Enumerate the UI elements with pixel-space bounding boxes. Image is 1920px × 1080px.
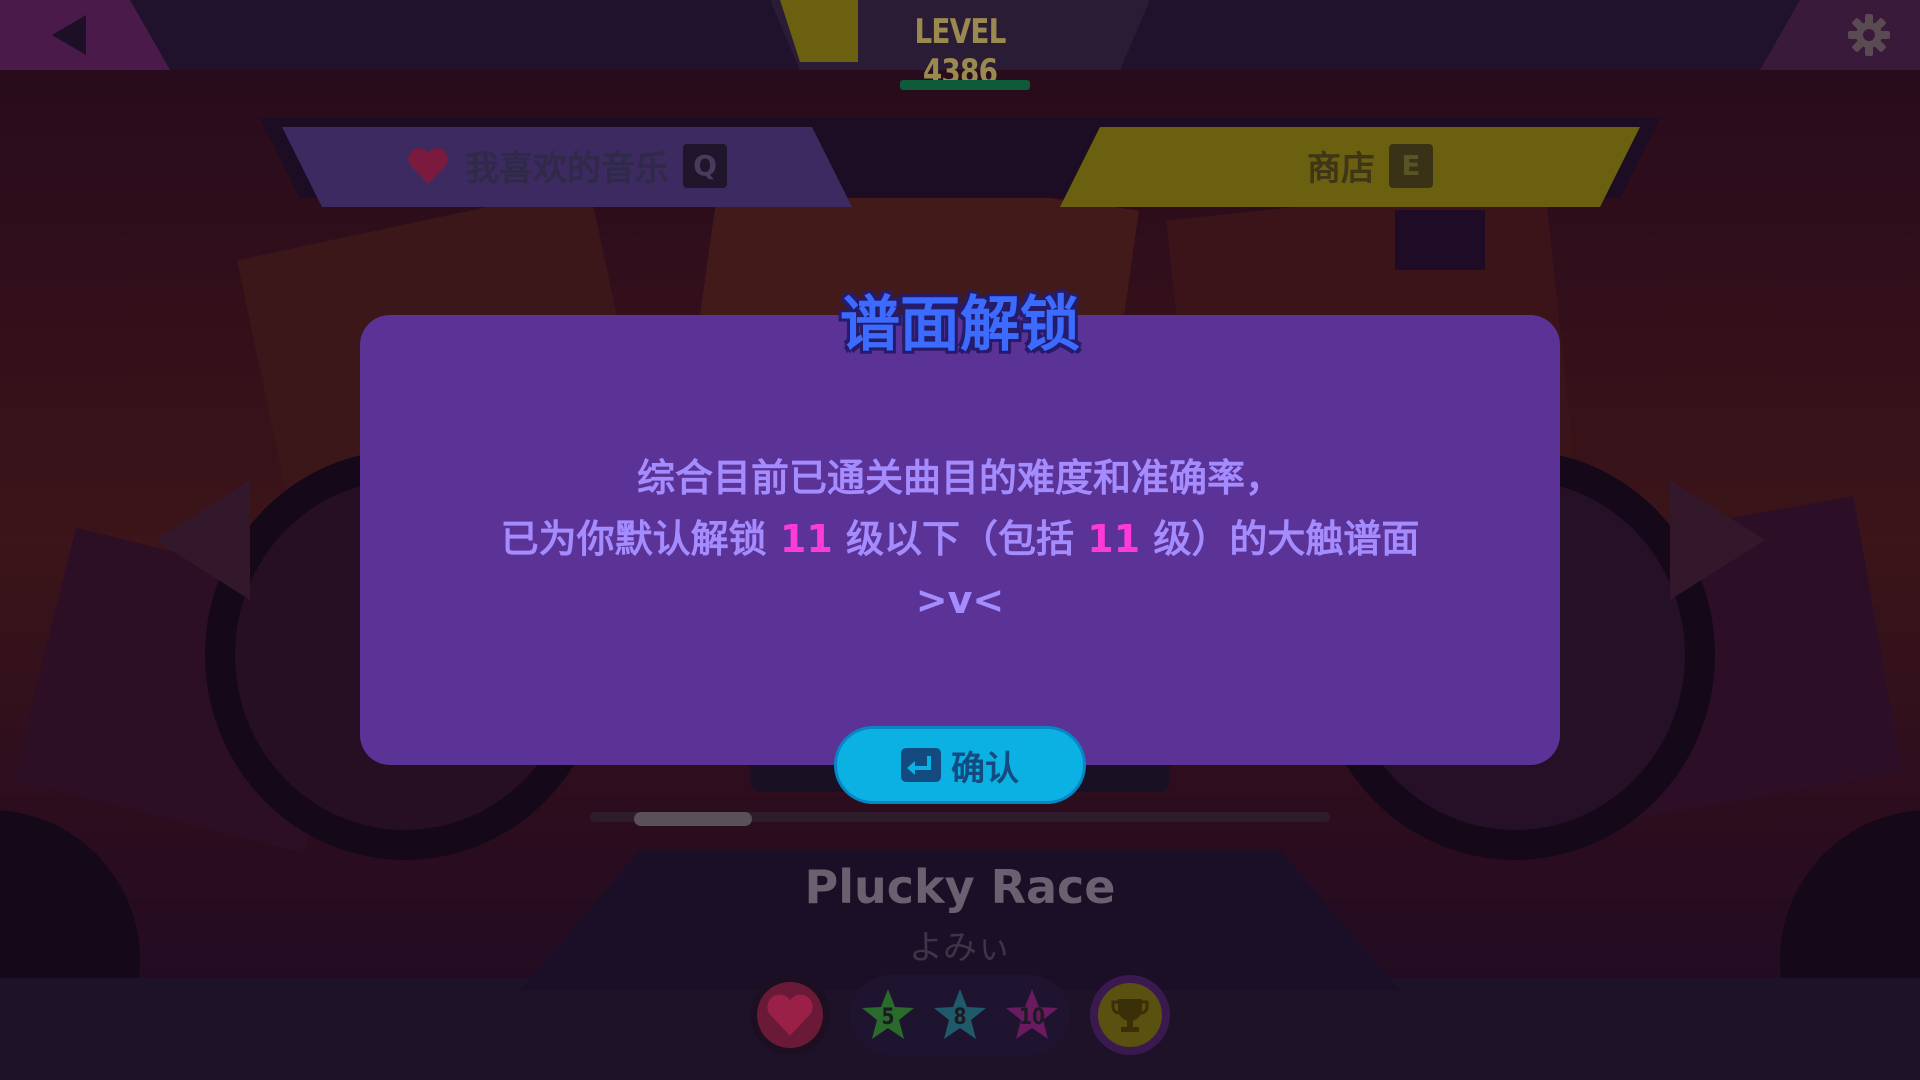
dialog-line-2-mid: 级以下（包括	[832, 517, 1088, 561]
difficulty-easy[interactable]: 5	[860, 987, 916, 1043]
trophy-icon	[1111, 999, 1149, 1032]
level-indicator: LEVEL 4386	[660, 0, 1260, 92]
dialog-message: 综合目前已通关曲目的难度和准确率， 已为你默认解锁 11 级以下（包括 11 级…	[360, 448, 1560, 631]
difficulty-hard[interactable]: 10	[1004, 987, 1060, 1043]
difficulty-easy-level: 5	[881, 1005, 895, 1030]
unlock-level-a: 11	[779, 517, 833, 561]
gear-icon	[1848, 14, 1890, 56]
difficulty-selector: 5 8 10	[850, 975, 1070, 1055]
star-icon	[780, 0, 858, 62]
key-hint-e: E	[1389, 143, 1433, 188]
heart-icon	[408, 147, 448, 184]
confirm-label: 确认	[951, 748, 1019, 789]
dialog-line-2: 已为你默认解锁 11 级以下（包括 11 级）的大触谱面	[360, 509, 1560, 570]
difficulty-normal[interactable]: 8	[932, 987, 988, 1043]
dialog-line-2-prefix: 已为你默认解锁	[500, 517, 780, 561]
enter-key-icon	[901, 748, 941, 782]
tab-favorites[interactable]: 我喜欢的音乐 Q	[282, 127, 852, 207]
song-title: Plucky Race	[804, 860, 1116, 914]
dialog-line-2-suffix: 级）的大触谱面	[1140, 517, 1420, 561]
confirm-button[interactable]: 确认	[834, 726, 1086, 804]
song-list-scroll-thumb[interactable]	[634, 812, 752, 826]
difficulty-normal-level: 8	[953, 1005, 967, 1030]
back-arrow-icon	[52, 15, 86, 55]
leaderboard-button[interactable]	[1090, 975, 1170, 1055]
level-progress-bar	[900, 80, 1030, 90]
key-hint-q: Q	[683, 143, 727, 188]
heart-icon	[767, 994, 813, 1036]
dialog-line-1: 综合目前已通关曲目的难度和准确率，	[636, 456, 1283, 500]
favorite-button[interactable]	[750, 975, 830, 1055]
tab-shop[interactable]: 商店 E	[1060, 127, 1640, 207]
difficulty-hard-level: 10	[1018, 1005, 1046, 1030]
tab-favorites-label: 我喜欢的音乐	[465, 149, 669, 189]
tab-shop-label: 商店	[1307, 149, 1375, 189]
unlock-level-b: 11	[1087, 517, 1141, 561]
dialog-title: 谱面解锁	[839, 289, 1082, 362]
dialog-line-3: >v<	[915, 578, 1005, 622]
song-artist: よみぃ	[909, 928, 1011, 968]
